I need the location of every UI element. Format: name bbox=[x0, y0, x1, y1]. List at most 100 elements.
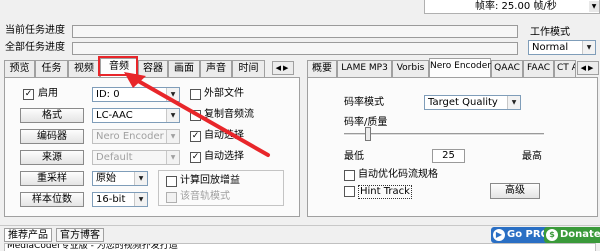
all-progress-bar bbox=[72, 42, 518, 55]
auto-select-source-checkbox[interactable]: ✓ bbox=[190, 152, 201, 163]
tab-label: 时间 bbox=[238, 63, 259, 74]
rate-mode-label: 码率模式 bbox=[344, 97, 384, 108]
tab-label: 画面 bbox=[174, 63, 194, 74]
current-progress-label: 当前任务进度 bbox=[5, 25, 65, 36]
all-progress-label: 全部任务进度 bbox=[5, 42, 65, 53]
advanced-button[interactable]: 高级 bbox=[490, 183, 540, 199]
tab-label: Nero Encoder bbox=[430, 61, 491, 71]
rate-mode-value: Target Quality bbox=[428, 97, 498, 108]
enable-checkbox[interactable]: ✓ bbox=[23, 89, 34, 100]
left-tab-bar: 预览 任务 视频 音频 容器 画面 声音 时间 ◀▶ bbox=[4, 58, 300, 77]
work-mode-select[interactable]: Normal ▼ bbox=[528, 40, 596, 55]
external-file-checkbox[interactable] bbox=[190, 89, 201, 100]
tab-container[interactable]: 容器 bbox=[138, 60, 168, 77]
tab-label: CT AAC bbox=[557, 63, 575, 73]
enable-track-value: ID: 0 bbox=[96, 89, 120, 100]
encoder-select[interactable]: Nero Encoder ▼ bbox=[92, 129, 180, 144]
tab-blog[interactable]: 官方博客 bbox=[56, 228, 104, 242]
tab-picture[interactable]: 画面 bbox=[168, 60, 200, 77]
gopro-icon: ▶ bbox=[493, 229, 505, 241]
tab-summary[interactable]: 概要 bbox=[307, 60, 337, 77]
chevron-down-icon: ▼ bbox=[134, 193, 147, 206]
optimize-label: 自动优化码流规格 bbox=[358, 169, 438, 180]
format-select[interactable]: LC-AAC ▼ bbox=[92, 108, 180, 123]
optimize-checkbox[interactable] bbox=[344, 170, 355, 181]
tab-sound[interactable]: 声音 bbox=[200, 60, 232, 77]
tab-qaac[interactable]: QAAC bbox=[491, 60, 523, 77]
copy-stream-checkbox[interactable] bbox=[190, 110, 201, 121]
enable-track-select[interactable]: ID: 0 ▼ bbox=[92, 87, 180, 102]
tab-label: LAME MP3 bbox=[341, 63, 388, 73]
tab-preview[interactable]: 预览 bbox=[4, 60, 35, 77]
quality-slider-track[interactable] bbox=[344, 133, 544, 136]
format-value: LC-AAC bbox=[96, 110, 133, 121]
stats-panel: 帧率: 25.00 帧/秒 ▼ bbox=[424, 0, 600, 14]
enable-label: 启用 bbox=[38, 88, 58, 99]
chevron-down-icon: ▼ bbox=[166, 130, 179, 143]
chevron-down-icon: ▼ bbox=[507, 96, 520, 109]
external-file-label: 外部文件 bbox=[204, 88, 244, 99]
work-mode-label: 工作模式 bbox=[530, 27, 570, 38]
tab-label: QAAC bbox=[494, 63, 520, 73]
source-button[interactable]: 来源 bbox=[20, 150, 84, 165]
encoder-button[interactable]: 编码器 bbox=[20, 129, 84, 144]
quality-value: 25 bbox=[442, 150, 455, 161]
tab-lame-mp3[interactable]: LAME MP3 bbox=[337, 60, 392, 77]
source-value: Default bbox=[96, 152, 133, 163]
tab-label: 声音 bbox=[206, 63, 226, 74]
auto-select-encoder-label: 自动选择 bbox=[204, 130, 244, 141]
tab-video[interactable]: 视频 bbox=[68, 60, 100, 77]
tab-task[interactable]: 任务 bbox=[35, 60, 68, 77]
source-select[interactable]: Default ▼ bbox=[92, 150, 180, 165]
tab-label: 容器 bbox=[143, 63, 163, 74]
bit-depth-value: 16-bit bbox=[96, 194, 126, 205]
bit-depth-button[interactable]: 样本位数 bbox=[20, 192, 84, 207]
quality-input[interactable]: 25 bbox=[432, 149, 465, 163]
work-mode-value: Normal bbox=[532, 42, 569, 53]
current-progress-bar bbox=[72, 25, 518, 38]
track-mode-checkbox[interactable] bbox=[166, 192, 177, 203]
chevron-down-icon: ▼ bbox=[166, 88, 179, 101]
tab-label: 概要 bbox=[312, 63, 332, 74]
tab-label: 视频 bbox=[74, 63, 94, 74]
right-tab-scroll-arrows[interactable]: ◀▶ bbox=[577, 61, 599, 75]
calc-gain-checkbox[interactable] bbox=[166, 176, 177, 187]
tab-recommend[interactable]: 推荐产品 bbox=[4, 228, 52, 242]
gopro-label: Go PRO bbox=[507, 229, 550, 240]
auto-select-source-label: 自动选择 bbox=[204, 151, 244, 162]
right-tab-bar: 概要 LAME MP3 Vorbis Nero Encoder QAAC FAA… bbox=[307, 58, 600, 77]
tab-vorbis[interactable]: Vorbis bbox=[392, 60, 429, 77]
calc-gain-label: 计算回放增益 bbox=[180, 175, 240, 186]
chevron-down-icon: ▼ bbox=[582, 41, 595, 54]
donate-icon: $ bbox=[546, 229, 558, 241]
highlight-box bbox=[98, 56, 138, 76]
chevron-down-icon: ▼ bbox=[166, 151, 179, 164]
tab-ct-aac[interactable]: CT AAC bbox=[554, 60, 576, 77]
tab-label: 任务 bbox=[41, 63, 62, 74]
resample-select[interactable]: 原始 ▼ bbox=[92, 171, 148, 186]
rate-mode-select[interactable]: Target Quality ▼ bbox=[424, 95, 521, 110]
status-strip: MediaCoder专业版 - 为您的视频扑发打造 bbox=[4, 243, 596, 251]
quality-slider-thumb[interactable] bbox=[365, 127, 371, 141]
tab-time[interactable]: 时间 bbox=[232, 60, 265, 77]
tab-nero-encoder[interactable]: Nero Encoder bbox=[429, 58, 491, 77]
max-label: 最高 bbox=[522, 151, 542, 162]
chevron-down-icon: ▼ bbox=[166, 109, 179, 122]
encoder-value: Nero Encoder bbox=[96, 131, 164, 142]
copy-stream-label: 复制音频流 bbox=[204, 109, 254, 120]
auto-select-encoder-checkbox[interactable]: ✓ bbox=[190, 131, 201, 142]
min-label: 最低 bbox=[344, 151, 364, 162]
donate-button[interactable]: $ Donate bbox=[544, 227, 600, 243]
track-mode-label: 该音轨模式 bbox=[180, 191, 230, 202]
scroll-down-icon[interactable]: ▼ bbox=[589, 1, 599, 12]
bit-depth-select[interactable]: 16-bit ▼ bbox=[92, 192, 148, 207]
resample-value: 原始 bbox=[96, 173, 116, 184]
format-button[interactable]: 格式 bbox=[20, 108, 84, 123]
tab-scroll-arrows[interactable]: ◀▶ bbox=[272, 61, 294, 75]
tab-faac[interactable]: FAAC bbox=[523, 60, 554, 77]
status-text: MediaCoder专业版 - 为您的视频扑发打造 bbox=[7, 243, 178, 251]
tab-label: 预览 bbox=[9, 63, 30, 74]
hint-track-label: Hint Track bbox=[358, 185, 412, 199]
hint-track-checkbox[interactable] bbox=[344, 186, 355, 197]
resample-button[interactable]: 重采样 bbox=[20, 171, 84, 186]
